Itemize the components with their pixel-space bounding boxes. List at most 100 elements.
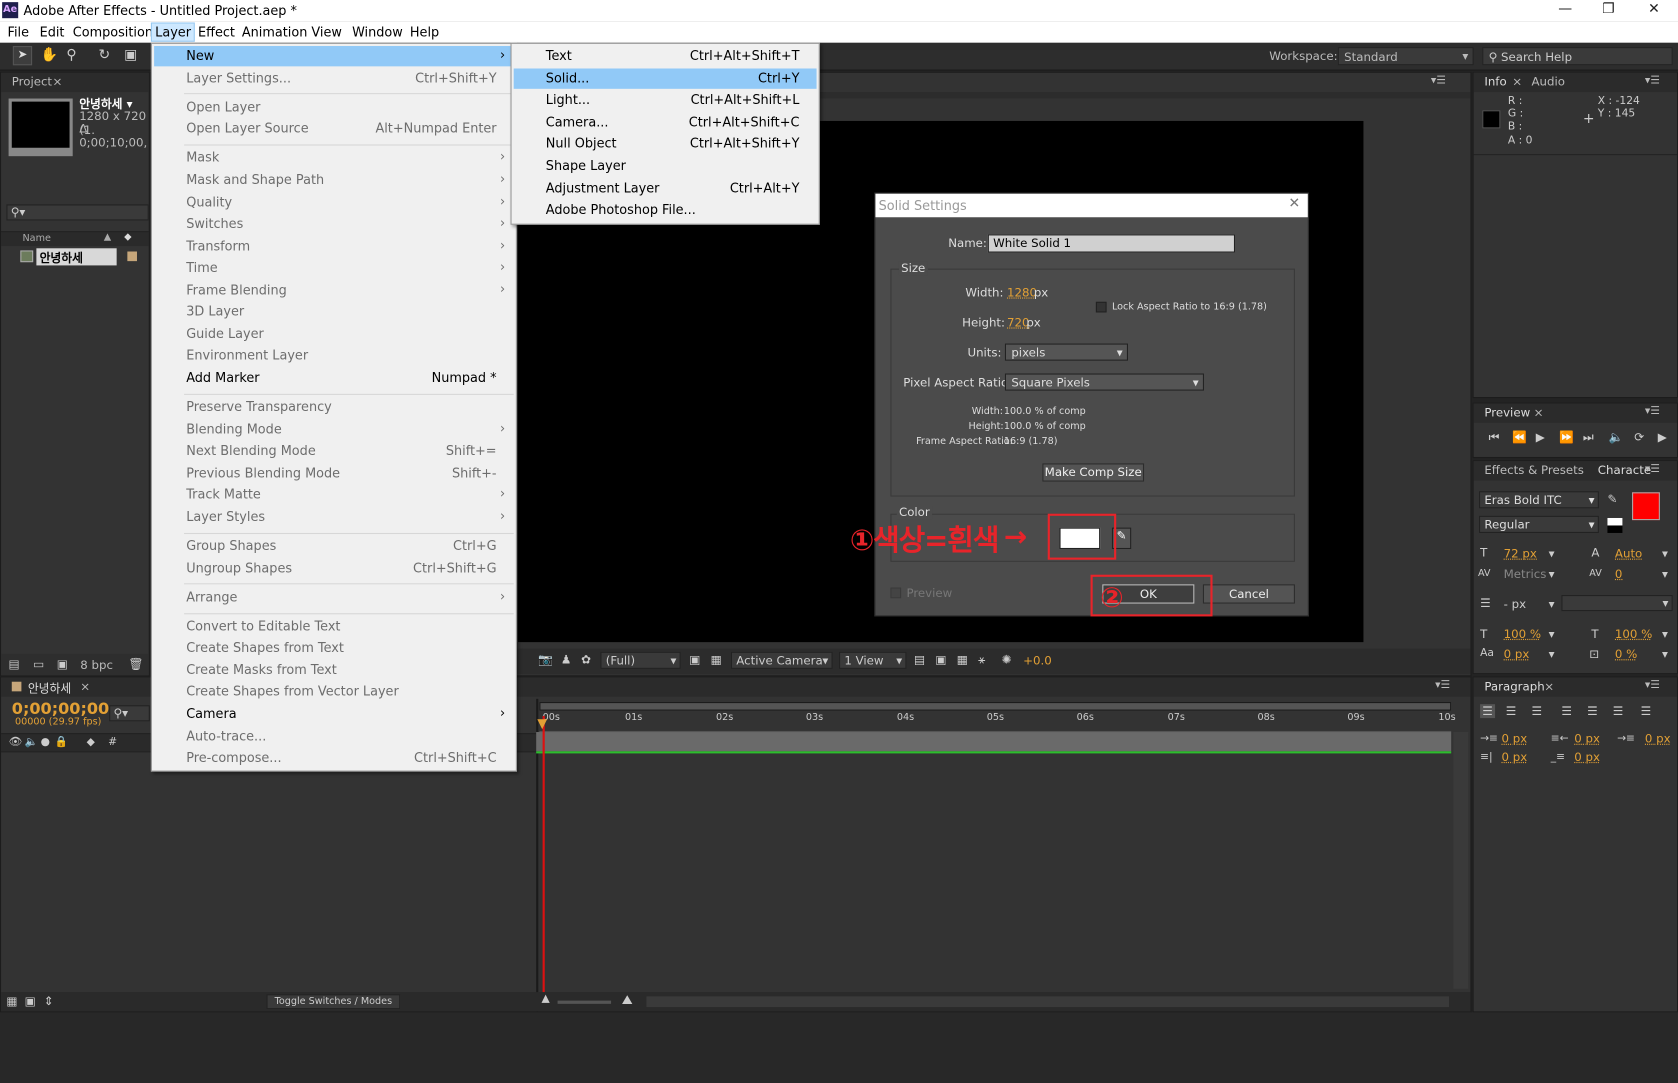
label-icon[interactable]: ◆ [87,736,95,748]
timeline-search-input[interactable]: ⚲▾ [109,705,150,722]
layer_menu-item-environment-layer[interactable]: Environment Layer [154,346,514,366]
zoom-slider[interactable] [557,1000,612,1004]
eyedropper-icon[interactable]: ✎ [1607,492,1617,506]
layer_menu-item-open-layer-source[interactable]: Open Layer Source Alt+Numpad Enter [154,119,514,139]
layer_menu-item-transform[interactable]: Transform › [154,236,514,256]
horizontal-scale-value[interactable]: 100 % [1615,627,1652,641]
close-icon[interactable]: × [80,680,90,694]
tab-audio[interactable]: Audio [1531,75,1564,89]
layer_menu-item-layer-settings[interactable]: Layer Settings... Ctrl+Shift+Y [154,68,514,88]
layer_menu-item-previous-blending-mode[interactable]: Previous Blending Mode Shift+- [154,463,514,483]
layer_menu-item-new[interactable]: New › [154,46,514,67]
region-icon[interactable]: ▣ [689,653,700,667]
space-before-value[interactable]: 0 px [1501,750,1527,764]
tab-info[interactable]: Info [1484,75,1506,89]
lock-aspect-checkbox[interactable] [1095,301,1107,313]
new_menu-item-camera[interactable]: Camera... Ctrl+Alt+Shift+C [514,112,817,132]
tab-character[interactable]: Characte [1598,463,1651,477]
new_menu-item-adobe-photoshop-file[interactable]: Adobe Photoshop File... [514,200,817,220]
layer_menu-item-mask-and-shape-path[interactable]: Mask and Shape Path › [154,170,514,190]
chevron-down-icon[interactable]: ▾ [1549,647,1555,661]
panel-menu-icon[interactable]: ▾☰ [1431,75,1446,87]
layer_menu-item-camera[interactable]: Camera › [154,704,514,724]
tab-effects-presets[interactable]: Effects & Presets [1484,463,1584,477]
zoom-in-icon[interactable]: ⛰ [622,992,633,1008]
work-area-bar[interactable] [539,702,1452,711]
menu-edit[interactable]: Edit [40,25,65,40]
layer_menu-item-create-masks-from-text[interactable]: Create Masks from Text [154,660,514,680]
align-left-icon[interactable]: ☰ [1480,704,1495,719]
lock-icon[interactable]: 🔒 [55,736,68,748]
font-size-value[interactable]: 72 px [1504,547,1537,561]
name-input[interactable]: White Solid 1 [987,234,1236,253]
default-colors-icon[interactable] [1607,517,1623,533]
space-after-value[interactable]: 0 px [1574,750,1600,764]
layer_menu-item-preserve-transparency[interactable]: Preserve Transparency [154,397,514,417]
menu-window[interactable]: Window [352,25,403,40]
resolution-select[interactable]: (Full) ▾ [600,651,681,669]
layer_menu-item-3d-layer[interactable]: 3D Layer [154,302,514,322]
units-select[interactable]: pixels ▾ [1004,343,1128,361]
zoom-out-icon[interactable]: ▲ [542,993,550,1005]
preview-checkbox[interactable] [890,587,902,599]
new_menu-item-text[interactable]: Text Ctrl+Alt+Shift+T [514,46,817,66]
tab-preview[interactable]: Preview [1484,406,1530,420]
new_menu-item-light[interactable]: Light... Ctrl+Alt+Shift+L [514,90,817,110]
current-time[interactable]: 0;00;00;00 [12,699,109,718]
layer_menu-item-next-blending-mode[interactable]: Next Blending Mode Shift+= [154,441,514,461]
ram-preview-icon[interactable]: ▶ [1658,430,1667,444]
timeline-icon[interactable]: ▦ [957,653,968,667]
time-ruler[interactable]: 00s 01s 02s 03s 04s 05s 06s 07s 08s 09s … [539,713,1456,733]
menu-composition[interactable]: Composition [73,25,153,40]
new_menu-item-null-object[interactable]: Null Object Ctrl+Alt+Shift+Y [514,134,817,154]
hand-tool-icon[interactable]: ✋ [41,47,58,63]
layer_menu-item-mask[interactable]: Mask › [154,148,514,168]
toggle-pixel-icon[interactable]: ▤ [914,653,925,667]
selection-tool-icon[interactable]: ➤ [12,46,33,66]
new_menu-item-solid[interactable]: Solid... Ctrl+Y [513,68,817,89]
stroke-type-select[interactable]: ▾ [1561,595,1673,612]
layer_menu-item-frame-blending[interactable]: Frame Blending › [154,280,514,300]
timeline-h-scrollbar[interactable] [646,996,1450,1008]
layer_menu-item-blending-mode[interactable]: Blending Mode › [154,419,514,439]
layer_menu-item-layer-styles[interactable]: Layer Styles › [154,507,514,527]
trash-icon[interactable]: 🗑 [128,657,143,671]
visibility-icon[interactable]: 👁 [9,736,23,748]
layer_menu-item-quality[interactable]: Quality › [154,192,514,212]
fill-color-swatch[interactable] [1632,492,1660,521]
project-search-input[interactable]: ⚲▾ [6,204,149,221]
new_menu-item-adjustment-layer[interactable]: Adjustment Layer Ctrl+Alt+Y [514,178,817,198]
panel-menu-icon[interactable]: ▾☰ [1645,406,1660,418]
close-icon[interactable]: × [1544,680,1554,694]
layer_menu-item-group-shapes[interactable]: Group Shapes Ctrl+G [154,536,514,556]
tab-project[interactable]: Project [12,75,52,89]
show-snapshot-icon[interactable]: ♟ [561,653,572,667]
layer_menu-item-create-shapes-from-vector-layer[interactable]: Create Shapes from Vector Layer [154,682,514,702]
close-icon[interactable]: ✕ [1289,196,1301,212]
zoom-tool-icon[interactable]: ⚲ [66,47,76,63]
panel-menu-icon[interactable]: ▾☰ [1645,680,1660,692]
menu-view[interactable]: View [311,25,341,40]
menu-effect[interactable]: Effect [198,25,235,40]
layer_menu-item-switches[interactable]: Switches › [154,214,514,234]
flowchart-icon[interactable]: ⚹ [978,653,985,668]
indent-left-value[interactable]: 0 px [1501,732,1527,746]
justify-right-icon[interactable]: ☰ [1613,704,1624,718]
camera-tool-icon[interactable]: ▣ [124,47,137,63]
make-comp-size-button[interactable]: Make Comp Size [1042,463,1145,482]
exposure-icon[interactable]: ✺ [1002,653,1012,667]
layer_menu-item-add-marker[interactable]: Add Marker Numpad * [154,368,514,388]
comp-flowchart-icon[interactable]: ▦ [6,994,17,1008]
column-name[interactable]: Name [22,233,50,244]
expand-icon[interactable]: ▣ [25,994,36,1008]
audio-icon[interactable]: 🔈 [25,736,38,748]
panel-menu-icon[interactable]: ▾☰ [1645,75,1660,87]
font-family-select[interactable]: Eras Bold ITC ▾ [1479,491,1599,509]
new-folder-icon[interactable]: ▭ [33,657,44,671]
vertical-scale-value[interactable]: 100 % [1504,627,1541,641]
layer_menu-item-time[interactable]: Time › [154,258,514,278]
baseline-shift-value[interactable]: 0 px [1504,647,1530,661]
justify-left-icon[interactable]: ☰ [1561,704,1572,718]
layer_menu-item-convert-to-editable-text[interactable]: Convert to Editable Text [154,616,514,636]
solo-icon[interactable]: ● [41,736,50,748]
